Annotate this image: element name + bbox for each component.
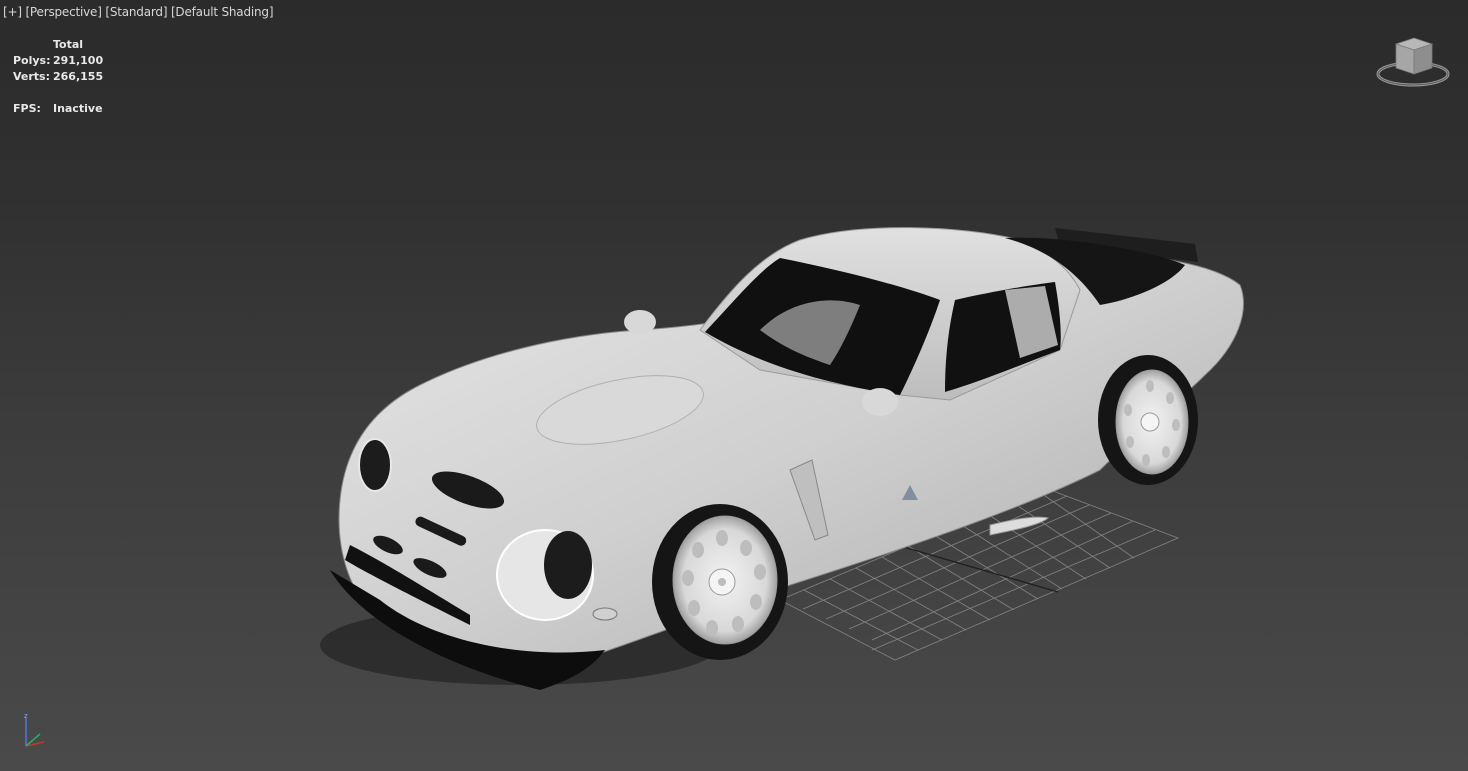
rear-wheel <box>1098 355 1198 485</box>
scene-model[interactable] <box>0 0 1468 771</box>
3d-viewport[interactable]: [+] [Perspective] [Standard] [Default Sh… <box>0 0 1468 771</box>
axis-tripod-icon: z <box>24 712 45 747</box>
right-headlight <box>544 531 592 599</box>
right-mirror <box>862 388 898 416</box>
left-mirror <box>624 310 656 334</box>
front-wheel <box>652 504 788 660</box>
left-headlight <box>358 438 392 492</box>
svg-text:z: z <box>24 712 28 720</box>
